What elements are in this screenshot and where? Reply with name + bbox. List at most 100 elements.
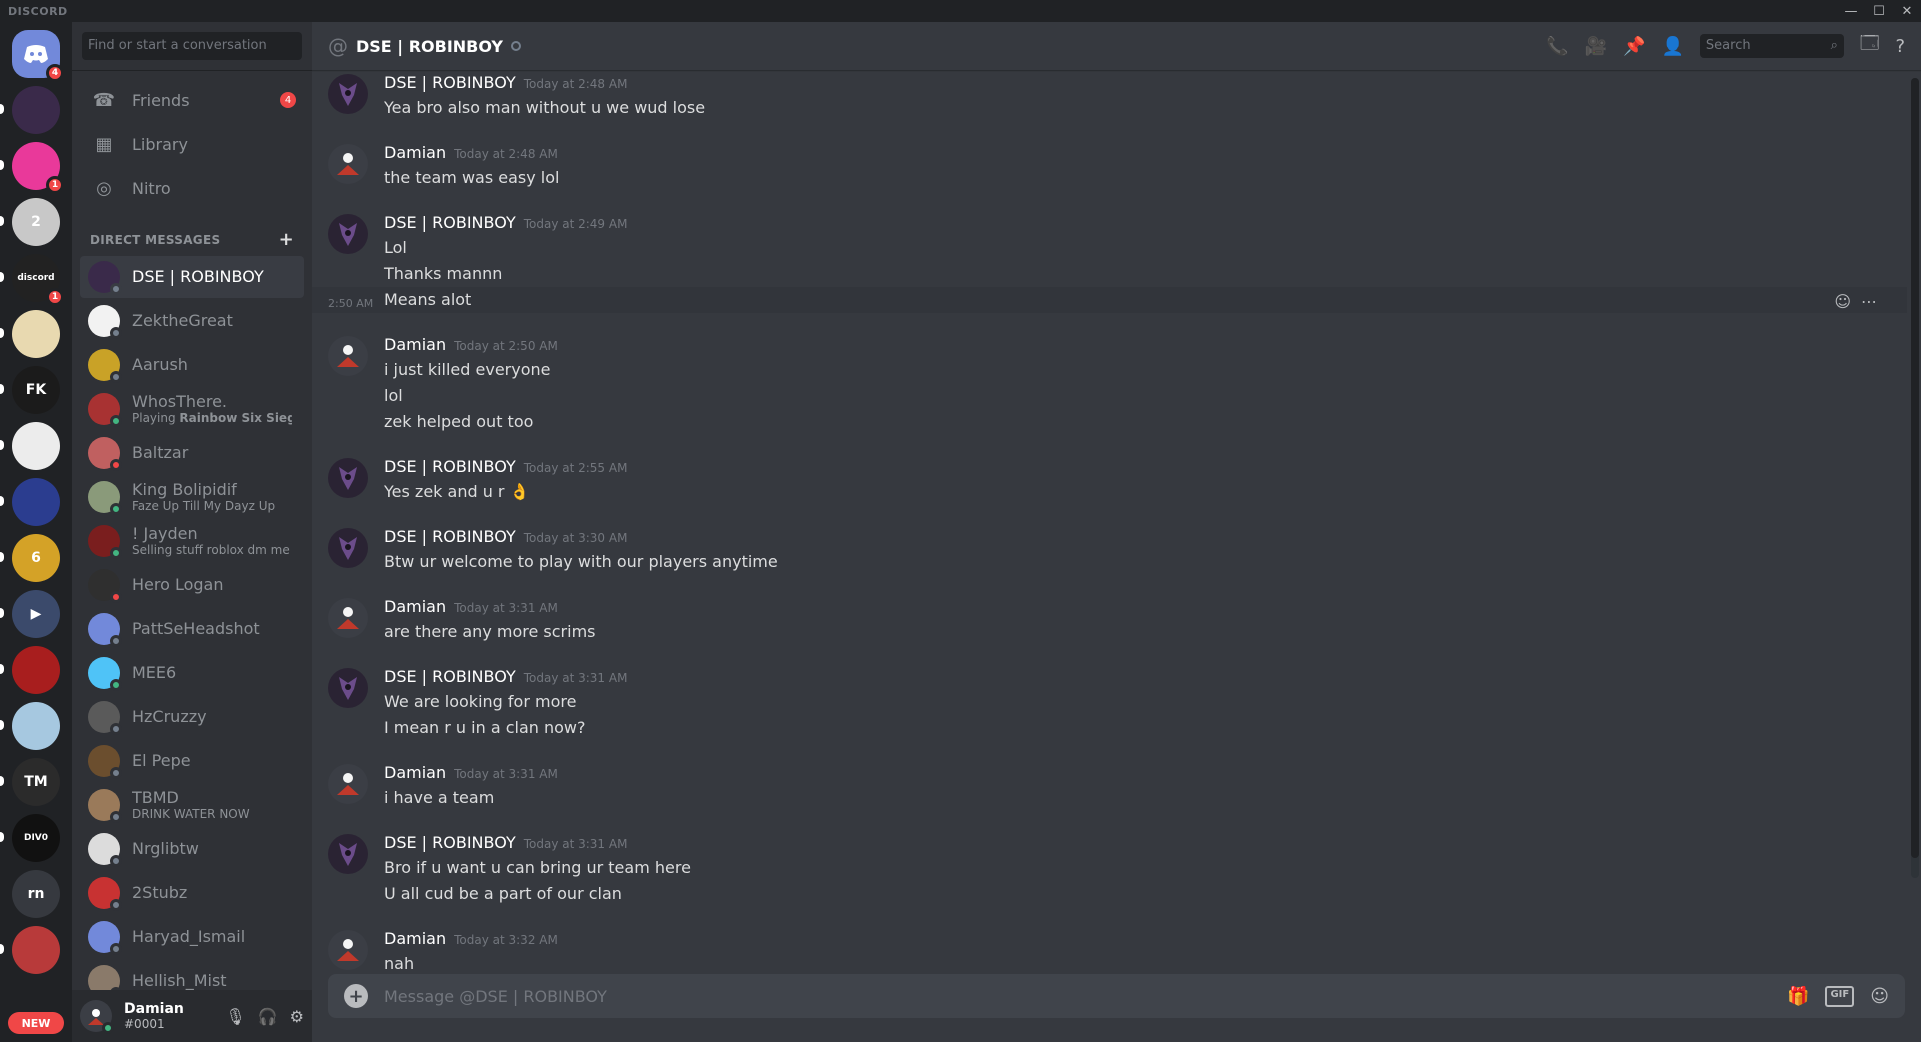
message-author[interactable]: DSE | ROBINBOY [384, 526, 516, 548]
message-author[interactable]: DSE | ROBINBOY [384, 212, 516, 234]
guild-icon[interactable]: TM [0, 758, 60, 806]
unread-pill [0, 720, 4, 730]
message-header: Damian Today at 3:32 AM [384, 928, 1859, 951]
message-author[interactable]: Damian [384, 762, 446, 784]
inbox-icon[interactable]: 🗔 [1860, 31, 1880, 61]
gift-icon[interactable]: 🎁 [1787, 986, 1809, 1007]
guild-icon[interactable] [0, 86, 60, 134]
pin-icon[interactable]: 📌 [1623, 36, 1645, 57]
guild-label: discord [17, 273, 55, 283]
guild-icon[interactable]: FK [0, 366, 60, 414]
sidebar-item-nitro[interactable]: ◎ Nitro [80, 167, 304, 209]
at-icon: @ [328, 34, 348, 58]
sidebar-item-friends[interactable]: ☎ Friends 4 [80, 79, 304, 121]
search-input[interactable]: Search ⌕ [1699, 34, 1844, 58]
message-text: Lol [384, 235, 1859, 261]
message-author[interactable]: DSE | ROBINBOY [384, 456, 516, 478]
unread-pill [0, 552, 4, 562]
scrollbar-thumb[interactable] [1911, 78, 1919, 858]
message-author[interactable]: DSE | ROBINBOY [384, 72, 516, 94]
close-icon[interactable]: ✕ [1893, 4, 1921, 19]
new-badge[interactable]: NEW [8, 1012, 64, 1034]
message-author[interactable]: Damian [384, 928, 446, 950]
headphones-icon[interactable]: 🎧 [258, 1007, 278, 1026]
dm-item[interactable]: Haryad_Ismail [80, 916, 304, 958]
dm-item[interactable]: ! JaydenSelling stuff roblox dm me (n... [80, 520, 304, 562]
avatar[interactable] [328, 336, 368, 376]
video-icon[interactable]: 🎥 [1585, 36, 1607, 57]
maximize-icon[interactable]: ☐ [1865, 4, 1893, 19]
guild-icon[interactable]: 1 [0, 142, 64, 194]
message-author[interactable]: DSE | ROBINBOY [384, 666, 516, 688]
avatar[interactable] [328, 598, 368, 638]
mute-icon[interactable]: 🎙 [225, 1007, 245, 1026]
guild-icon[interactable]: discord 1 [0, 254, 64, 306]
guild-icon[interactable]: 6 [0, 534, 60, 582]
avatar[interactable] [328, 930, 368, 970]
guild-icon[interactable] [0, 646, 60, 694]
dm-item[interactable]: MEE6 [80, 652, 304, 694]
dm-item[interactable]: Aarush [80, 344, 304, 386]
dm-item[interactable]: PattSeHeadshot [80, 608, 304, 650]
activity-game: Rainbow Six Siege [179, 411, 292, 425]
gif-button[interactable]: GIF [1825, 985, 1855, 1007]
avatar[interactable] [80, 1000, 114, 1034]
guild-icon[interactable] [0, 310, 60, 358]
gear-icon[interactable]: ⚙ [290, 1007, 304, 1026]
avatar [88, 877, 122, 911]
message-author[interactable]: DSE | ROBINBOY [384, 832, 516, 854]
dm-list: DSE | ROBINBOY ZektheGreat Aarush WhosThere… [72, 256, 312, 1002]
more-options-icon[interactable]: ⋯ [1861, 291, 1877, 313]
call-icon[interactable]: 📞 [1546, 36, 1568, 57]
avatar[interactable] [328, 74, 368, 114]
dm-item[interactable]: El Pepe [80, 740, 304, 782]
message-group: DSE | ROBINBOY Today at 2:49 AM Lol Thanks … [312, 210, 1907, 315]
dm-item[interactable]: HzCruzzy [80, 696, 304, 738]
message-group: Damian Today at 3:32 AM nah [312, 926, 1907, 976]
dm-name: WhosThere. [132, 393, 227, 411]
dm-item[interactable]: ZektheGreat [80, 300, 304, 342]
avatar[interactable] [328, 764, 368, 804]
guild-icon[interactable] [0, 702, 60, 750]
avatar[interactable] [328, 214, 368, 254]
help-icon[interactable]: ? [1895, 36, 1905, 57]
avatar[interactable] [328, 834, 368, 874]
emoji-icon[interactable]: ☺ [1870, 986, 1889, 1007]
dm-item[interactable]: 2Stubz [80, 872, 304, 914]
message-input[interactable] [384, 986, 1788, 1006]
avatar[interactable] [328, 144, 368, 184]
add-friend-icon[interactable]: 👤 [1662, 36, 1684, 57]
message-author[interactable]: Damian [384, 334, 446, 356]
avatar [88, 921, 122, 955]
guild-label: ▶ [30, 606, 42, 622]
message-author[interactable]: Damian [384, 596, 446, 618]
message-list[interactable]: DSE | ROBINBOY Today at 2:48 AM Yea bro al… [312, 70, 1907, 976]
create-dm-icon[interactable]: + [279, 229, 294, 250]
guild-icon[interactable]: DIV0 [0, 814, 60, 862]
guild-icon[interactable]: 2 [0, 198, 60, 246]
avatar[interactable] [328, 668, 368, 708]
minimize-icon[interactable]: — [1837, 4, 1865, 19]
dm-item[interactable]: DSE | ROBINBOY [80, 256, 304, 298]
dm-item[interactable]: Hero Logan [80, 564, 304, 606]
chat-header: @ DSE | ROBINBOY 📞 🎥 📌 👤 Search ⌕ 🗔 ? [312, 22, 1921, 70]
unread-pill [0, 832, 4, 842]
sidebar-item-library[interactable]: ▦ Library [80, 123, 304, 165]
find-conversation-input[interactable]: Find or start a conversation [82, 32, 302, 60]
message-author[interactable]: Damian [384, 142, 446, 164]
avatar[interactable] [328, 458, 368, 498]
upload-plus-icon[interactable]: + [344, 984, 368, 1008]
guild-icon[interactable] [0, 478, 60, 526]
dm-item[interactable]: WhosThere. Playing Rainbow Six Siege [80, 388, 304, 430]
avatar[interactable] [328, 528, 368, 568]
dm-item[interactable]: TBMD DRINK WATER NOW [80, 784, 304, 826]
dm-item[interactable]: King Bolipidif Faze Up Till My Dayz Up [80, 476, 304, 518]
add-reaction-icon[interactable]: ☺ [1834, 291, 1851, 313]
guild-icon[interactable] [0, 422, 60, 470]
dm-item[interactable]: Nrglibtw [80, 828, 304, 870]
guild-icon[interactable] [0, 926, 60, 974]
discord-logo-icon[interactable]: 4 [12, 30, 64, 82]
guild-icon[interactable]: ▶ [0, 590, 60, 638]
guild-icon[interactable]: rn [12, 870, 60, 918]
dm-item[interactable]: Baltzar [80, 432, 304, 474]
